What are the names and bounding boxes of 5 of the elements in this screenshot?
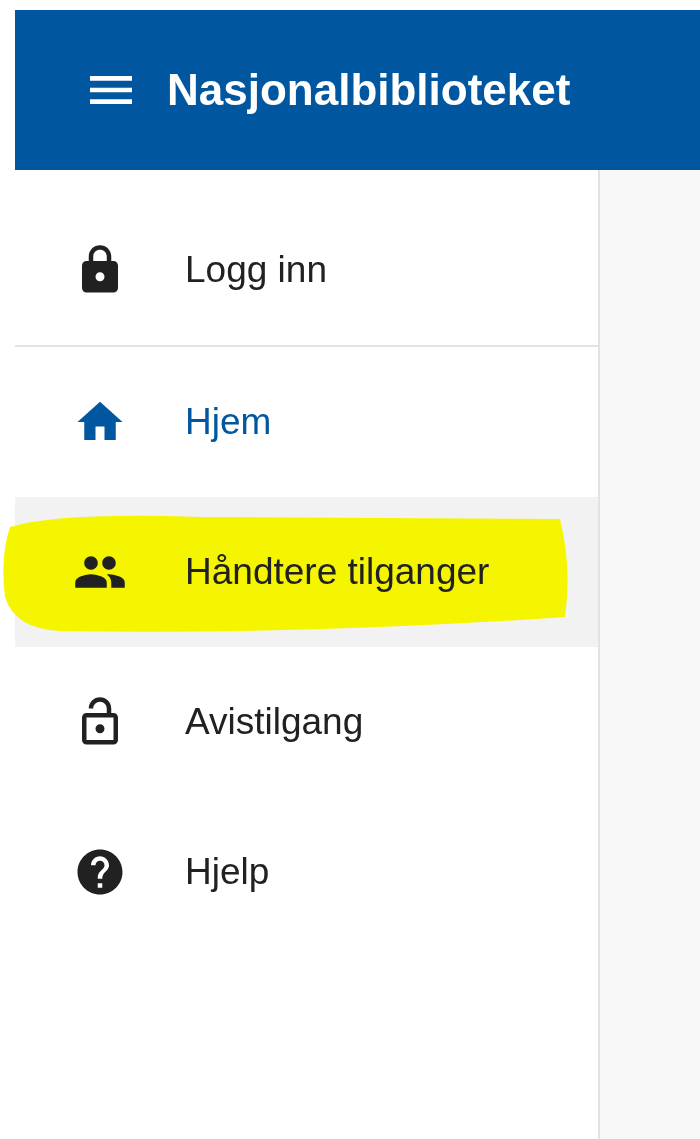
menu-item[interactable]: Avistilgang (15, 647, 598, 797)
app-title: Nasjonalbiblioteket (167, 65, 571, 115)
menu-item[interactable]: Hjelp (15, 797, 598, 947)
menu-item[interactable]: Logg inn (15, 195, 598, 347)
menu-item[interactable]: Hjem (15, 347, 598, 497)
